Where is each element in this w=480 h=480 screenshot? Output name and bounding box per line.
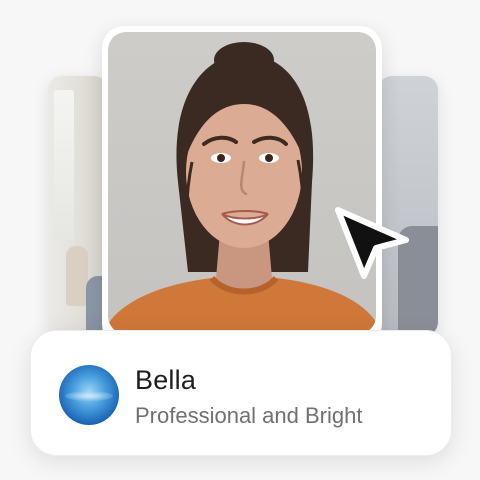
- voice-preview-stage: Bella Professional and Bright: [0, 0, 480, 480]
- background-window: [54, 90, 74, 240]
- previous-voice-card[interactable]: [48, 76, 108, 336]
- pointer-arrow-icon: [335, 207, 409, 279]
- voice-name: Bella: [135, 365, 197, 395]
- blue-orb-icon: [59, 365, 119, 425]
- portrait-illustration: [108, 42, 376, 334]
- selected-voice-photo-card[interactable]: [102, 26, 382, 346]
- voice-info-card[interactable]: Bella Professional and Bright: [30, 330, 452, 456]
- voice-portrait: [108, 32, 376, 334]
- background-vase: [66, 246, 88, 306]
- voice-description: Professional and Bright: [135, 403, 363, 428]
